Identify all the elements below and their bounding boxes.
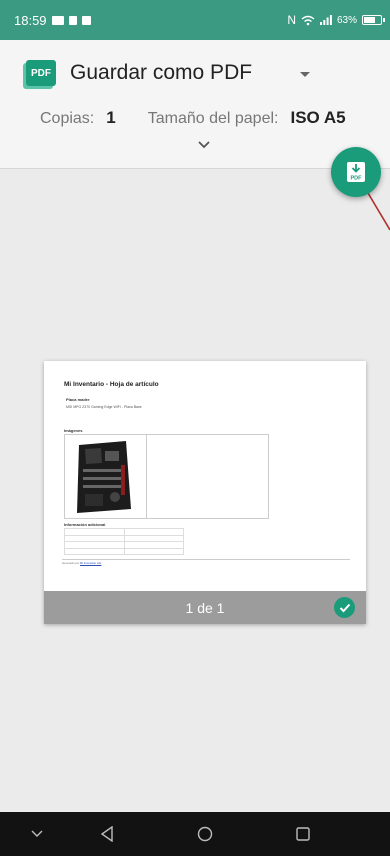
- nav-recents-button[interactable]: [288, 812, 318, 856]
- battery-percent: 63%: [336, 14, 357, 26]
- doc-image-grid: [64, 434, 269, 519]
- status-time: 18:59: [14, 12, 47, 28]
- wifi-icon: [301, 15, 315, 25]
- doc-title: Mi Inventario - Hoja de artículo: [64, 381, 159, 388]
- printer-selector[interactable]: PDF Guardar como PDF: [26, 60, 252, 86]
- recents-square-icon: [296, 827, 310, 841]
- gallery-notification-icon: [81, 15, 91, 25]
- doc-item-desc: MSI MPG Z370 Gaming Edge WIFI - Placa Ba…: [66, 405, 142, 409]
- nav-hide-button[interactable]: [22, 812, 52, 856]
- doc-item-name: Placa madre: [66, 397, 90, 402]
- copies-label: Copias:: [40, 110, 95, 127]
- doc-images-heading: Imágenes: [64, 428, 83, 433]
- paper-size-value: ISO A5: [290, 108, 346, 127]
- download-pdf-button[interactable]: PDF: [331, 147, 381, 197]
- printer-name: Guardar como PDF: [70, 61, 253, 84]
- home-circle-icon: [197, 826, 213, 842]
- doc-footer: Generado por Mi Inventario Lite: [62, 561, 102, 565]
- copies-value: 1: [106, 108, 116, 127]
- page-preview[interactable]: Mi Inventario - Hoja de artículo Placa m…: [44, 361, 366, 624]
- page-footer-bar: 1 de 1: [44, 591, 366, 624]
- nav-back-button[interactable]: [92, 812, 122, 856]
- print-summary: Copias: 1 Tamaño del papel: ISO A5: [40, 108, 346, 128]
- chevron-down-icon: [31, 830, 43, 837]
- system-navigation-bar: [0, 812, 390, 856]
- checkmark-icon: [339, 603, 350, 612]
- youtube-notification-icon: [51, 15, 64, 25]
- svg-text:PDF: PDF: [351, 176, 363, 182]
- expand-options-chevron-icon[interactable]: [197, 140, 211, 150]
- doc-info-heading: Información adicional: [64, 522, 106, 527]
- doc-divider: [62, 559, 350, 560]
- pdf-printer-icon: PDF: [26, 60, 56, 86]
- signal-icon: [319, 15, 332, 25]
- print-options-panel: PDF Guardar como PDF Copias: 1 Tamaño de…: [0, 40, 390, 169]
- page-selected-checkbox[interactable]: [334, 597, 355, 618]
- printer-dropdown-icon[interactable]: [300, 72, 310, 77]
- nav-home-button[interactable]: [190, 812, 220, 856]
- nfc-icon: N: [287, 13, 296, 27]
- doc-info-table: [64, 528, 184, 555]
- notification-icon: [68, 15, 77, 25]
- pdf-download-icon: PDF: [347, 162, 365, 182]
- paper-size-label: Tamaño del papel:: [147, 110, 279, 127]
- page-counter: 1 de 1: [185, 599, 225, 616]
- motherboard-image: [77, 441, 131, 513]
- back-triangle-icon: [100, 826, 113, 842]
- status-bar: 18:59 N 63%: [0, 0, 390, 40]
- battery-icon: [362, 15, 385, 25]
